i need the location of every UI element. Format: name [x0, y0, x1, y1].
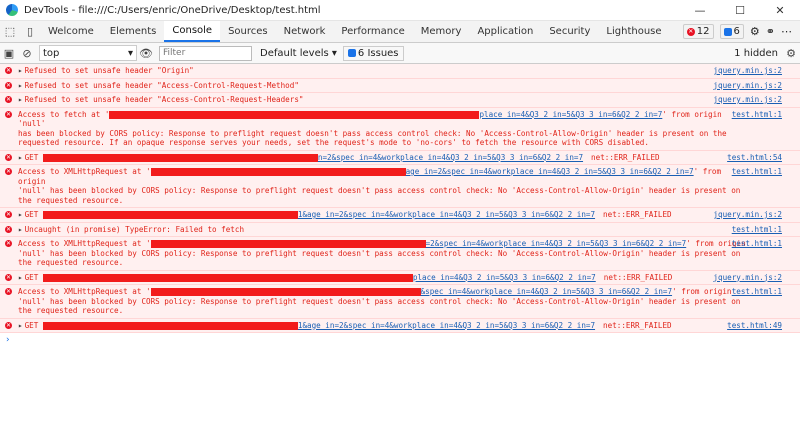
- redacted-url: [42, 153, 318, 162]
- customize-icon[interactable]: ⚭: [766, 25, 775, 38]
- panel-tabbar: ⬚ ▯ Welcome Elements Console Sources Net…: [0, 21, 800, 43]
- prompt-chevron-icon: ›: [5, 335, 11, 345]
- source-link[interactable]: jquery.min.js:2: [713, 81, 782, 91]
- source-link[interactable]: test.html:1: [732, 287, 782, 297]
- issue-icon: [347, 49, 356, 57]
- source-link[interactable]: jquery.min.js:2: [713, 66, 782, 76]
- tabbar-right: ✕ 12 6 ⚙ ⚭ ⋯: [682, 21, 800, 42]
- live-expression-eye-icon[interactable]: 👁: [137, 47, 155, 60]
- error-count-badge[interactable]: ✕ 12: [682, 24, 714, 39]
- tab-network[interactable]: Network: [276, 21, 334, 42]
- redacted-url: [150, 168, 406, 176]
- redacted-url: [150, 240, 426, 248]
- redacted-url: [150, 288, 421, 296]
- console-error-row: ✕ ▸ Refused to set unsafe header "Access-…: [0, 93, 800, 108]
- source-link[interactable]: test.html:49: [727, 321, 782, 331]
- tab-console[interactable]: Console: [164, 21, 221, 42]
- issues-button[interactable]: 6 Issues: [342, 45, 404, 61]
- tab-lighthouse[interactable]: Lighthouse: [598, 21, 669, 42]
- tab-performance[interactable]: Performance: [333, 21, 412, 42]
- error-icon: ✕: [5, 96, 12, 103]
- tab-application[interactable]: Application: [469, 21, 541, 42]
- filter-input[interactable]: [159, 45, 252, 61]
- sidebar-toggle-icon[interactable]: ▣: [0, 47, 18, 60]
- minimize-icon[interactable]: —: [680, 0, 720, 20]
- console-error-row: ✕ ▸ GET 1&age_in=2&spec_in=4&workplace_in…: [0, 208, 800, 223]
- window-controls: — ☐ ✕: [680, 0, 800, 20]
- source-link[interactable]: test.html:1: [732, 110, 782, 120]
- error-icon: ✕: [686, 27, 695, 36]
- issues-count-badge[interactable]: 6: [719, 24, 744, 39]
- error-icon: ✕: [5, 110, 12, 118]
- console-error-row: ✕ ▸ GET n=2&spec_in=4&workplace_in=4&Q3_2…: [0, 150, 800, 165]
- error-icon: ✕: [5, 153, 12, 161]
- console-error-row: ✕ Access to XMLHttpRequest at ' =2&spec_i…: [0, 237, 800, 271]
- expand-triangle-icon[interactable]: ▸: [18, 81, 23, 90]
- error-icon: ✕: [5, 225, 12, 233]
- log-levels-dropdown[interactable]: Default levels ▾: [260, 48, 337, 59]
- tab-welcome[interactable]: Welcome: [40, 21, 102, 42]
- settings-gear-icon[interactable]: ⚙: [750, 25, 760, 38]
- redacted-url: [109, 110, 480, 119]
- expand-triangle-icon[interactable]: ▸: [18, 273, 23, 282]
- more-options-icon[interactable]: ⋯: [781, 25, 792, 38]
- device-toolbar-icon[interactable]: ▯: [20, 21, 40, 42]
- error-icon: ✕: [5, 240, 12, 247]
- redacted-url: [42, 321, 298, 330]
- issue-icon: [723, 27, 732, 36]
- source-link[interactable]: test.html:1: [732, 225, 782, 235]
- console-error-row: ✕ ▸ Uncaught (in promise) TypeError: Fail…: [0, 222, 800, 237]
- chevron-down-icon: ▾: [127, 47, 133, 59]
- tab-memory[interactable]: Memory: [413, 21, 470, 42]
- source-link[interactable]: test.html:54: [727, 153, 782, 163]
- error-icon: ✕: [5, 67, 12, 74]
- console-error-row: ✕ ▸ Refused to set unsafe header "Origin"…: [0, 64, 800, 79]
- redacted-url: [42, 273, 413, 282]
- tab-security[interactable]: Security: [541, 21, 598, 42]
- clear-console-icon[interactable]: ⊘: [18, 47, 36, 60]
- inspect-element-icon[interactable]: ⬚: [0, 21, 20, 42]
- maximize-icon[interactable]: ☐: [720, 0, 760, 20]
- redacted-url: [42, 211, 298, 219]
- expand-triangle-icon[interactable]: ▸: [18, 95, 23, 104]
- console-error-row: ✕ ▸ GET place_in=4&Q3_2_in=5&Q3_3_in=6&Q2…: [0, 270, 800, 285]
- console-messages: ✕ ▸ Refused to set unsafe header "Origin"…: [0, 64, 800, 347]
- source-link[interactable]: test.html:1: [732, 167, 782, 177]
- expand-triangle-icon[interactable]: ▸: [18, 66, 23, 75]
- console-error-row: ✕ Access to XMLHttpRequest at ' age_in=2&…: [0, 165, 800, 208]
- expand-triangle-icon[interactable]: ▸: [18, 153, 23, 162]
- error-icon: ✕: [5, 211, 12, 218]
- expand-triangle-icon[interactable]: ▸: [18, 210, 23, 219]
- context-selector[interactable]: top ▾: [39, 45, 137, 61]
- window-title: DevTools - file:///C:/Users/enric/OneDri…: [24, 4, 321, 16]
- expand-triangle-icon[interactable]: ▸: [18, 225, 23, 234]
- console-toolbar: ▣ ⊘ top▾ 👁 Default levels ▾ 6 Issues 1 h…: [0, 43, 800, 64]
- source-link[interactable]: jquery.min.js:2: [713, 95, 782, 105]
- source-link[interactable]: jquery.min.js:2: [713, 273, 782, 283]
- error-icon: ✕: [5, 168, 12, 175]
- source-link[interactable]: jquery.min.js:2: [713, 210, 782, 220]
- tab-elements[interactable]: Elements: [102, 21, 165, 42]
- tab-sources[interactable]: Sources: [220, 21, 276, 42]
- console-error-row: ✕ ▸ Refused to set unsafe header "Access-…: [0, 78, 800, 93]
- console-error-row: ✕ Access to XMLHttpRequest at ' &spec_in=…: [0, 285, 800, 319]
- window-titlebar: DevTools - file:///C:/Users/enric/OneDri…: [0, 0, 800, 21]
- edge-devtools-icon: [6, 4, 18, 16]
- close-icon[interactable]: ✕: [760, 0, 800, 20]
- error-icon: ✕: [5, 81, 12, 89]
- console-settings-icon[interactable]: ⚙: [782, 47, 800, 60]
- source-link[interactable]: test.html:1: [732, 239, 782, 249]
- error-icon: ✕: [5, 288, 12, 295]
- hidden-messages-count: 1 hidden: [734, 47, 778, 59]
- console-error-row: ✕ Access to fetch at ' place_in=4&Q3_2_in…: [0, 107, 800, 151]
- error-icon: ✕: [5, 321, 12, 329]
- error-icon: ✕: [5, 273, 12, 281]
- console-prompt[interactable]: ›: [0, 333, 800, 347]
- console-error-row: ✕ ▸ GET 1&age_in=2&spec_in=4&workplace_in…: [0, 318, 800, 333]
- expand-triangle-icon[interactable]: ▸: [18, 321, 23, 330]
